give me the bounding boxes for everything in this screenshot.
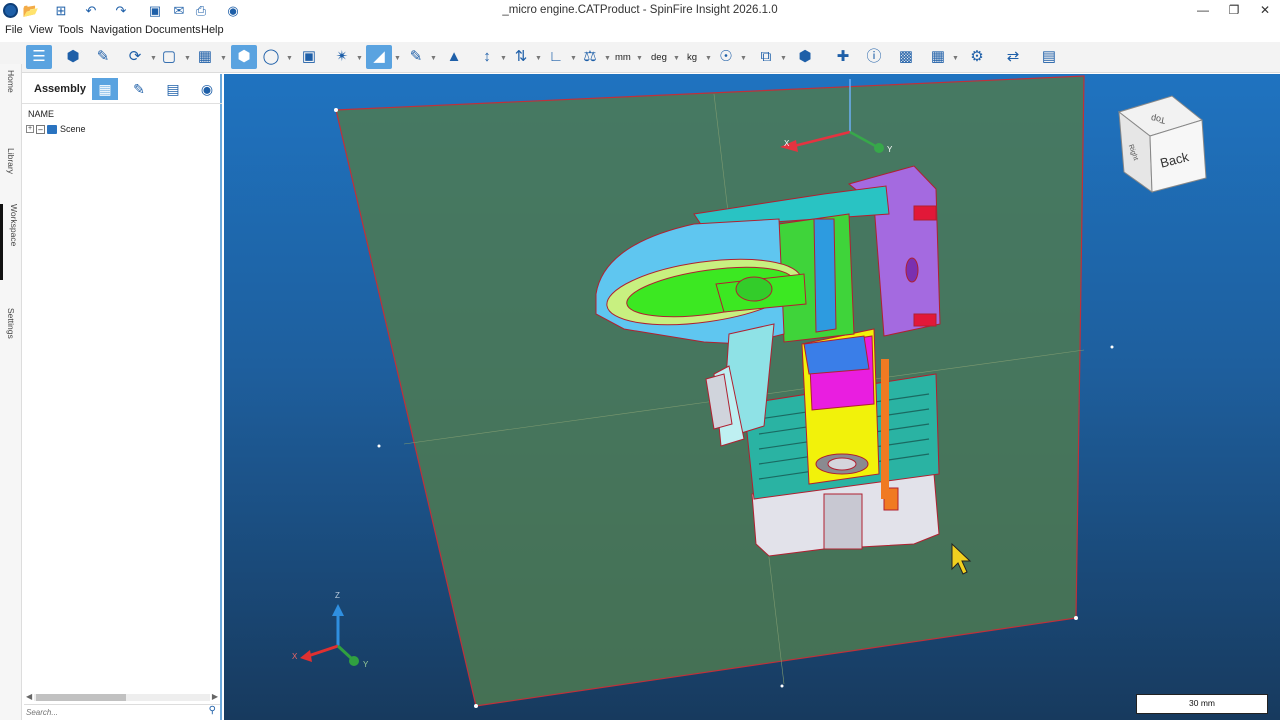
- search-icon[interactable]: ⚲: [209, 705, 216, 716]
- assembly-tree-icon[interactable]: ☰: [26, 45, 52, 69]
- measure-height-icon[interactable]: ↕: [474, 45, 500, 69]
- edit-icon[interactable]: ✎: [126, 78, 152, 100]
- visibility-checkbox[interactable]: –: [36, 125, 45, 134]
- panel-title[interactable]: Assembly: [34, 83, 86, 95]
- info-icon[interactable]: ⓘ: [861, 45, 887, 69]
- menu-documents[interactable]: Documents: [145, 24, 201, 36]
- performance-icon[interactable]: ▤: [1036, 45, 1062, 69]
- share-icon[interactable]: ⇄: [1000, 45, 1026, 69]
- gear-icon[interactable]: ⚙: [964, 45, 990, 69]
- analysis-icon[interactable]: ▩: [893, 45, 919, 69]
- part-icon[interactable]: ⬢: [60, 45, 86, 69]
- menu-tools[interactable]: Tools: [58, 24, 84, 36]
- column-header-name[interactable]: NAME: [28, 109, 54, 119]
- tree-item-label: Scene: [60, 124, 86, 134]
- measure-angle-icon[interactable]: ∟: [543, 45, 569, 69]
- shaded-cube-icon[interactable]: ⬢: [231, 45, 257, 69]
- menu-navigation[interactable]: Navigation: [90, 24, 142, 36]
- angle-unit[interactable]: deg: [651, 52, 667, 63]
- horizontal-scrollbar[interactable]: ◀ ▶: [26, 692, 218, 702]
- mass-properties-icon[interactable]: ⚖: [577, 45, 603, 69]
- expand-icon[interactable]: +: [26, 125, 34, 133]
- scroll-thumb[interactable]: [36, 694, 126, 701]
- tab-library[interactable]: Library: [0, 148, 22, 188]
- menu-bar: File View Tools Navigation Documents Hel…: [0, 22, 1280, 40]
- window-title: _micro engine.CATProduct - SpinFire Insi…: [502, 4, 778, 16]
- pmi-icon[interactable]: ✚: [830, 45, 856, 69]
- search-box: ⚲: [24, 704, 220, 718]
- tab-home[interactable]: Home: [0, 70, 22, 110]
- restore-icon[interactable]: ❐: [1219, 2, 1249, 19]
- menu-help[interactable]: Help: [201, 24, 224, 36]
- svg-text:Y: Y: [363, 660, 369, 669]
- compare-icon[interactable]: ⧉: [753, 45, 779, 69]
- explode-icon[interactable]: ✴: [329, 45, 355, 69]
- window-icon[interactable]: ▢: [156, 45, 182, 69]
- svg-text:X: X: [292, 652, 298, 661]
- section-icon[interactable]: ◢: [366, 45, 392, 69]
- paint-icon[interactable]: ✎: [90, 45, 116, 69]
- svg-text:Z: Z: [335, 591, 340, 600]
- svg-text:Y: Y: [887, 145, 893, 154]
- grid-view-icon[interactable]: ▦: [92, 78, 118, 100]
- minimize-icon[interactable]: —: [1188, 2, 1218, 19]
- annotation-icon[interactable]: ▤: [160, 78, 186, 100]
- close-icon[interactable]: ✕: [1250, 2, 1280, 19]
- search-input[interactable]: [26, 706, 204, 718]
- scale-label: 30 mm: [1189, 698, 1215, 708]
- side-tabs: Home Library Workspace Settings: [0, 64, 22, 720]
- globe-icon[interactable]: ☉: [713, 45, 739, 69]
- axis-triad: Z X Y: [292, 591, 369, 669]
- mass-unit[interactable]: kg: [687, 52, 697, 63]
- report-icon[interactable]: ▦: [925, 45, 951, 69]
- tab-workspace[interactable]: Workspace: [0, 204, 22, 280]
- menu-view[interactable]: View: [29, 24, 53, 36]
- toolbar: ☰ ⬢ ✎ ⟳ ▼ ▢ ▼ ▦ ▼ ⬢ ◯ ▼ ▣ ✴ ▼ ◢ ▼ ✎ ▼ ▲ …: [0, 42, 1280, 73]
- menu-file[interactable]: File: [5, 24, 23, 36]
- 3d-viewport[interactable]: X Y Top Right Back Z X Y 30 mm: [224, 74, 1280, 720]
- camera-icon[interactable]: ▣: [296, 45, 322, 69]
- measure-distance-icon[interactable]: ▲: [441, 45, 467, 69]
- scroll-right-icon[interactable]: ▶: [212, 692, 218, 701]
- rotate-view-icon[interactable]: ⟳: [122, 45, 148, 69]
- visibility-icon[interactable]: ◉: [194, 78, 220, 100]
- viewport-scene: X Y Top Right Back Z X Y: [292, 75, 1207, 708]
- assembly-panel: Assembly ▦ ✎ ▤ ◉ NAME + – Scene ◀ ▶ ⚲: [22, 74, 222, 720]
- cylinder-icon[interactable]: ◯: [258, 45, 284, 69]
- view-cube: Top Right Back: [1117, 95, 1207, 193]
- svg-text:X: X: [784, 139, 790, 148]
- folder-icon: [47, 125, 57, 134]
- scroll-left-icon[interactable]: ◀: [26, 692, 32, 701]
- length-unit[interactable]: mm: [615, 52, 631, 63]
- title-bar: 📂 ⊞ ↶ ↷ ▣ ✉ ⎙ ◉ _micro engine.CATProduct…: [0, 0, 1280, 22]
- layout-icon[interactable]: ▦: [192, 45, 218, 69]
- scale-bar: 30 mm: [1136, 694, 1268, 714]
- measure-points-icon[interactable]: ⇅: [508, 45, 534, 69]
- tab-settings[interactable]: Settings: [0, 308, 22, 348]
- components-icon[interactable]: ⬢: [792, 45, 818, 69]
- markup-icon[interactable]: ✎: [403, 45, 429, 69]
- panel-header: Assembly ▦ ✎ ▤ ◉: [22, 74, 222, 104]
